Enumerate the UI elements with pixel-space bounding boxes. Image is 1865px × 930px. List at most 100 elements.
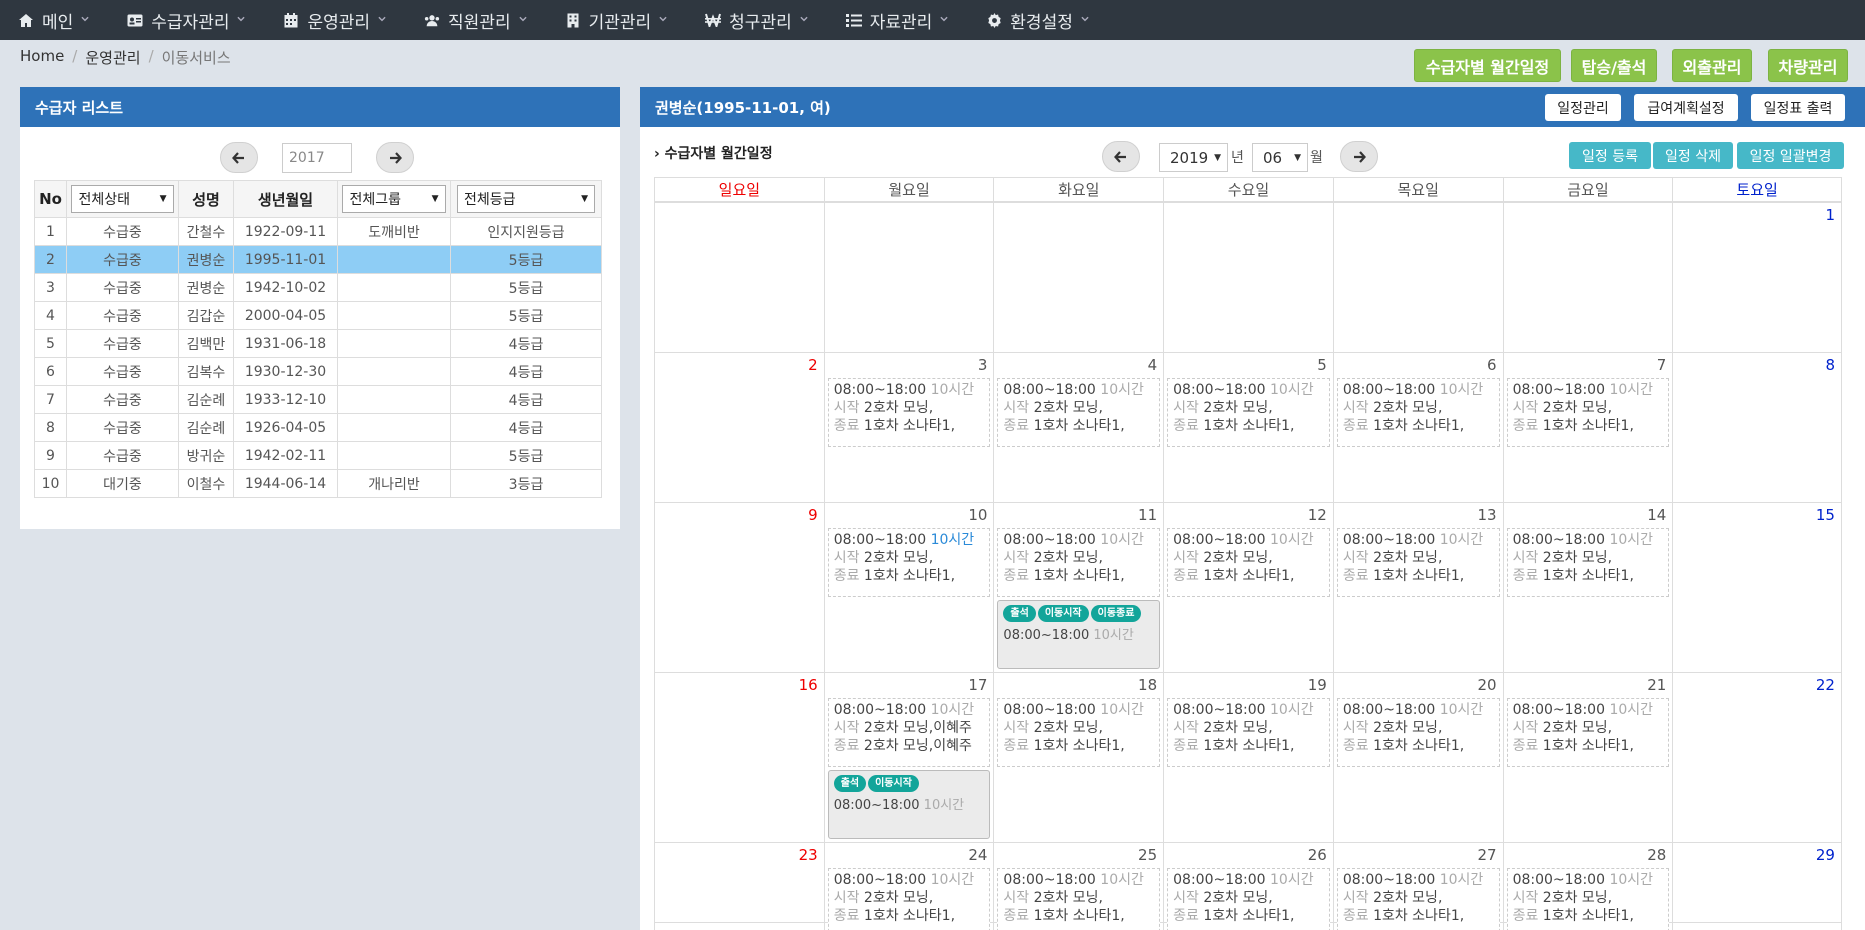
year-input[interactable]: 2017 — [282, 143, 352, 173]
schedule-event[interactable]: 08:00~18:00 10시간 시작 2호차 모닝, 종료 1호차 소나타1, — [1506, 528, 1670, 597]
breadcrumb-operations[interactable]: 운영관리 — [85, 47, 140, 68]
calendar-day[interactable]: 22 — [1672, 673, 1842, 842]
next-year-button[interactable] — [376, 142, 414, 173]
calendar-day[interactable]: 14 08:00~18:00 10시간 시작 2호차 모닝, 종료 1호차 소나타1, — [1502, 503, 1673, 672]
schedule-event[interactable]: 08:00~18:00 10시간 시작 2호차 모닝, 종료 1호차 소나타1, — [1336, 868, 1500, 930]
schedule-event[interactable]: 08:00~18:00 10시간 시작 2호차 모닝, 종료 1호차 소나타1, — [1506, 378, 1670, 447]
table-row[interactable]: 10 대기중 이철수 1944-06-14 개나리반 3등급 — [34, 469, 602, 498]
schedule-event[interactable]: 08:00~18:00 10시간 시작 2호차 모닝, 종료 1호차 소나타1, — [1336, 378, 1500, 447]
calendar-day[interactable]: 27 08:00~18:00 10시간 시작 2호차 모닝, 종료 1호차 소나타1, — [1332, 843, 1503, 930]
calendar-day[interactable]: 8 — [1672, 353, 1842, 502]
table-row[interactable]: 3 수급중 권병순 1942-10-02 5등급 — [34, 273, 602, 302]
nav-item-2[interactable]: 운영관리 — [283, 8, 386, 33]
breadcrumb-home[interactable]: Home — [20, 47, 64, 68]
schedule-event[interactable]: 08:00~18:00 10시간 시작 2호차 모닝,이혜주 종료 2호차 모닝,이… — [827, 698, 991, 767]
table-row[interactable]: 7 수급중 김순례 1933-12-10 4등급 — [34, 385, 602, 414]
prev-year-button[interactable] — [220, 142, 258, 173]
table-row[interactable]: 8 수급중 김순례 1926-04-05 4등급 — [34, 413, 602, 442]
calendar-day[interactable]: 3 08:00~18:00 10시간 시작 2호차 모닝, 종료 1호차 소나타1, — [823, 353, 994, 502]
nav-item-7[interactable]: 환경설정 — [986, 8, 1089, 33]
calendar-day[interactable]: 24 08:00~18:00 10시간 시작 2호차 모닝, 종료 1호차 소나타1, — [823, 843, 994, 930]
calendar-day[interactable]: 26 08:00~18:00 10시간 시작 2호차 모닝, 종료 1호차 소나타1, — [1163, 843, 1333, 930]
attendance-record[interactable]: 출석 이동시작 이동종료 08:00~18:00 10시간 — [997, 600, 1161, 669]
schedule-event[interactable]: 08:00~18:00 10시간 시작 2호차 모닝, 종료 1호차 소나타1, — [827, 378, 991, 447]
schedule-event[interactable]: 08:00~18:00 10시간 시작 2호차 모닝, 종료 1호차 소나타1, — [1167, 378, 1330, 447]
calendar-day[interactable] — [993, 203, 1163, 352]
end-vehicle: 1호차 소나타1, — [1203, 738, 1295, 754]
calendar-day[interactable] — [1332, 203, 1503, 352]
schedule-event[interactable]: 08:00~18:00 10시간 시작 2호차 모닝, 종료 1호차 소나타1, — [1167, 868, 1330, 930]
nav-item-6[interactable]: 자료관리 — [845, 8, 949, 33]
calendar-day[interactable] — [654, 203, 824, 352]
calendar-day[interactable]: 28 08:00~18:00 10시간 시작 2호차 모닝, 종료 1호차 소나타1, — [1502, 843, 1673, 930]
calendar-day[interactable]: 25 08:00~18:00 10시간 시작 2호차 모닝, 종료 1호차 소나타1, — [993, 843, 1163, 930]
schedule-event[interactable]: 08:00~18:00 10시간 시작 2호차 모닝, 종료 1호차 소나타1, — [1167, 698, 1330, 767]
schedule-event[interactable]: 08:00~18:00 10시간 시작 2호차 모닝, 종료 1호차 소나타1, — [1336, 528, 1500, 597]
calendar-day[interactable] — [823, 203, 994, 352]
schedule-event[interactable]: 08:00~18:00 10시간 시작 2호차 모닝, 종료 1호차 소나타1, — [997, 698, 1161, 767]
nav-item-3[interactable]: 직원관리 — [424, 8, 527, 33]
prev-month-button[interactable] — [1102, 141, 1140, 172]
schedule-event[interactable]: 08:00~18:00 10시간 시작 2호차 모닝, 종료 1호차 소나타1, — [997, 378, 1161, 447]
calendar-day[interactable]: 15 — [1672, 503, 1842, 672]
schedule-manage-button[interactable]: 일정관리 — [1545, 94, 1621, 121]
calendar-day[interactable]: 12 08:00~18:00 10시간 시작 2호차 모닝, 종료 1호차 소나타1, — [1163, 503, 1333, 672]
schedule-event[interactable]: 08:00~18:00 10시간 시작 2호차 모닝, 종료 1호차 소나타1, — [827, 868, 991, 930]
calendar-day[interactable]: 19 08:00~18:00 10시간 시작 2호차 모닝, 종료 1호차 소나타1, — [1163, 673, 1333, 842]
schedule-event[interactable]: 08:00~18:00 10시간 시작 2호차 모닝, 종료 1호차 소나타1, — [1167, 528, 1330, 597]
status-filter[interactable]: 전체상태 ▼ — [66, 180, 179, 218]
calendar-day[interactable]: 18 08:00~18:00 10시간 시작 2호차 모닝, 종료 1호차 소나타1, — [993, 673, 1163, 842]
calendar-day[interactable]: 21 08:00~18:00 10시간 시작 2호차 모닝, 종료 1호차 소나타1, — [1502, 673, 1673, 842]
calendar-day[interactable]: 11 08:00~18:00 10시간 시작 2호차 모닝, 종료 1호차 소나타1,… — [993, 503, 1163, 672]
calendar-day[interactable] — [1502, 203, 1673, 352]
calendar-day[interactable]: 6 08:00~18:00 10시간 시작 2호차 모닝, 종료 1호차 소나타1, — [1332, 353, 1503, 502]
table-row[interactable]: 1 수급중 간철수 1922-09-11 도깨비반 인지지원등급 — [34, 217, 602, 246]
nav-item-4[interactable]: 기관관리 — [565, 8, 668, 33]
calendar-day[interactable]: 13 08:00~18:00 10시간 시작 2호차 모닝, 종료 1호차 소나타1, — [1332, 503, 1503, 672]
calendar-day[interactable]: 23 — [654, 843, 824, 930]
month-select[interactable]: 06 ▼ — [1252, 143, 1308, 172]
table-row[interactable]: 9 수급중 방귀순 1942-02-11 5등급 — [34, 441, 602, 470]
calendar-day[interactable]: 4 08:00~18:00 10시간 시작 2호차 모닝, 종료 1호차 소나타1, — [993, 353, 1163, 502]
print-schedule-button[interactable]: 일정표 출력 — [1751, 94, 1845, 121]
table-cell: 1922-09-11 — [233, 217, 338, 246]
calendar-day[interactable]: 16 — [654, 673, 824, 842]
day-number: 10 — [968, 506, 988, 524]
attendance-record[interactable]: 출석 이동시작 08:00~18:00 10시간 — [827, 770, 991, 839]
calendar-day[interactable]: 7 08:00~18:00 10시간 시작 2호차 모닝, 종료 1호차 소나타1, — [1502, 353, 1673, 502]
schedule-event[interactable]: 08:00~18:00 10시간 시작 2호차 모닝, 종료 1호차 소나타1, — [1506, 868, 1670, 930]
table-row[interactable]: 2 수급중 권병순 1995-11-01 5등급 — [34, 245, 602, 274]
calendar-day[interactable]: 2 — [654, 353, 824, 502]
nav-item-0[interactable]: 메인 — [18, 8, 89, 33]
nav-item-5[interactable]: 청구관리 — [705, 8, 808, 33]
calendar-day[interactable]: 17 08:00~18:00 10시간 시작 2호차 모닝,이혜주 종료 2호차 모닝… — [823, 673, 994, 842]
table-row[interactable]: 6 수급중 김복수 1930-12-30 4등급 — [34, 357, 602, 386]
calendar-day[interactable] — [1163, 203, 1333, 352]
schedule-event[interactable]: 08:00~18:00 10시간 시작 2호차 모닝, 종료 1호차 소나타1, — [827, 528, 991, 597]
calendar-day[interactable]: 9 — [654, 503, 824, 672]
boarding-attendance-button[interactable]: 탑승/출석 — [1571, 49, 1657, 82]
calendar-day[interactable]: 20 08:00~18:00 10시간 시작 2호차 모닝, 종료 1호차 소나타1, — [1332, 673, 1503, 842]
schedule-event[interactable]: 08:00~18:00 10시간 시작 2호차 모닝, 종료 1호차 소나타1, — [1506, 698, 1670, 767]
nav-item-1[interactable]: 수급자관리 — [127, 8, 246, 33]
delete-schedule-button[interactable]: 일정 삭제 — [1653, 142, 1733, 169]
schedule-event[interactable]: 08:00~18:00 10시간 시작 2호차 모닝, 종료 1호차 소나타1, — [997, 528, 1161, 597]
schedule-event[interactable]: 08:00~18:00 10시간 시작 2호차 모닝, 종료 1호차 소나타1, — [997, 868, 1161, 930]
vehicle-management-button[interactable]: 차량관리 — [1768, 49, 1848, 82]
grade-filter[interactable]: 전체등급 ▼ — [450, 180, 602, 218]
next-month-button[interactable] — [1340, 141, 1378, 172]
calendar-day[interactable]: 10 08:00~18:00 10시간 시작 2호차 모닝, 종료 1호차 소나타1, — [823, 503, 994, 672]
table-row[interactable]: 5 수급중 김백만 1931-06-18 4등급 — [34, 329, 602, 358]
schedule-event[interactable]: 08:00~18:00 10시간 시작 2호차 모닝, 종료 1호차 소나타1, — [1336, 698, 1500, 767]
calendar-day[interactable]: 5 08:00~18:00 10시간 시작 2호차 모닝, 종료 1호차 소나타1, — [1163, 353, 1333, 502]
register-schedule-button[interactable]: 일정 등록 — [1569, 142, 1651, 169]
group-filter[interactable]: 전체그룹 ▼ — [337, 180, 451, 218]
table-row[interactable]: 4 수급중 김갑순 2000-04-05 5등급 — [34, 301, 602, 330]
outing-management-button[interactable]: 외출관리 — [1672, 49, 1752, 82]
calendar-day[interactable]: 29 — [1672, 843, 1842, 930]
benefit-plan-button[interactable]: 급여계획설정 — [1634, 94, 1738, 121]
monthly-schedule-button[interactable]: 수급자별 월간일정 — [1414, 49, 1561, 82]
year-select[interactable]: 2019 ▼ — [1159, 143, 1228, 172]
bulk-change-button[interactable]: 일정 일괄변경 — [1737, 142, 1844, 169]
calendar-day[interactable]: 1 — [1672, 203, 1842, 352]
